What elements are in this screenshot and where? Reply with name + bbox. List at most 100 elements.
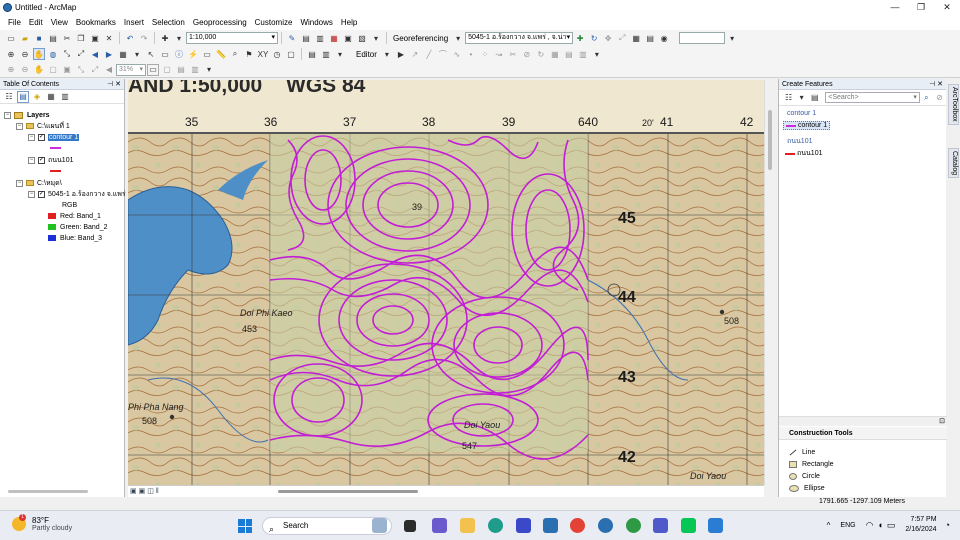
select-features-icon[interactable]: ▭ xyxy=(159,48,171,60)
layout-zoom-out-icon[interactable]: ⊖ xyxy=(19,64,31,76)
road-symbol[interactable] xyxy=(48,166,61,176)
catalog-window-icon[interactable]: ▥ xyxy=(314,32,326,44)
template-search-input[interactable]: <Search> ▾ xyxy=(825,92,920,103)
editor-toolbar-icon[interactable]: ✎ xyxy=(286,32,298,44)
menu-geoprocessing[interactable]: Geoprocessing xyxy=(189,18,251,27)
list-by-source-icon[interactable]: ▤ xyxy=(17,90,29,103)
store-icon[interactable] xyxy=(543,518,558,533)
attributes-icon[interactable]: ▦ xyxy=(549,48,561,60)
collapse-icon[interactable]: − xyxy=(28,190,35,198)
hyperlink-icon[interactable]: ⚡ xyxy=(187,48,199,60)
viewer-icon[interactable]: ▤ xyxy=(644,32,656,44)
split-icon[interactable]: ⊘ xyxy=(521,48,533,60)
chevron-down-icon[interactable]: ▾ xyxy=(131,48,143,60)
teams-icon[interactable] xyxy=(653,518,668,533)
file-explorer-icon[interactable] xyxy=(460,518,475,533)
menu-file[interactable]: File xyxy=(4,18,25,27)
chevron-down-icon[interactable]: ▾ xyxy=(796,92,807,104)
data-view-icon[interactable]: ▥ xyxy=(320,48,332,60)
arcmap-taskbar-icon[interactable] xyxy=(598,518,613,533)
add-data-icon[interactable]: ✚ xyxy=(159,32,171,44)
toc-layer-contour-label[interactable]: contour 1 xyxy=(48,133,80,141)
maximize-button[interactable]: ❐ xyxy=(908,0,934,14)
start-button[interactable] xyxy=(238,519,252,533)
georeferencing-menu[interactable]: Georeferencing xyxy=(390,34,451,43)
toolbar-options-icon[interactable]: ▾ xyxy=(591,48,603,60)
system-clock[interactable]: 7:57 PM 2/16/2024 xyxy=(905,515,936,535)
chrome-icon[interactable] xyxy=(570,518,585,533)
menu-view[interactable]: View xyxy=(47,18,72,27)
map-scale-combo[interactable]: 1:10,000 ▾ xyxy=(186,32,278,44)
identify-icon[interactable]: ⓘ xyxy=(173,48,185,60)
layer-visibility-checkbox[interactable]: ✓ xyxy=(38,156,45,164)
fixed-zoom-out-icon[interactable]: ⤢ xyxy=(75,48,87,60)
back-extent-icon[interactable]: ◀ xyxy=(103,64,115,76)
view-switch-icons[interactable]: ▣▣◫‖ xyxy=(130,487,161,495)
menu-selection[interactable]: Selection xyxy=(148,18,189,27)
toc-window-icon[interactable]: ▤ xyxy=(300,32,312,44)
close-icon[interactable]: ✕ xyxy=(115,81,121,88)
shift-icon[interactable]: ✥ xyxy=(602,32,614,44)
toc-group-1[interactable]: − C:\แผนที่ 1 xyxy=(16,121,70,131)
html-popup-icon[interactable]: ▭ xyxy=(201,48,213,60)
change-layout-icon[interactable]: ▤ xyxy=(175,64,187,76)
measure-icon[interactable]: 📏 xyxy=(215,48,227,60)
collapse-icon[interactable]: − xyxy=(28,156,35,164)
speaker-icon[interactable]: ◖ xyxy=(877,520,882,530)
straight-segment-icon[interactable]: ╱ xyxy=(423,48,435,60)
arctoolbox-icon[interactable]: ▦ xyxy=(328,32,340,44)
layout-zoom-combo[interactable]: 31% ▾ xyxy=(116,63,146,76)
fixed-zoom-in-icon[interactable]: ⤡ xyxy=(61,48,73,60)
arcgis-pro-icon[interactable] xyxy=(626,518,641,533)
panel-splitter[interactable]: ⊡ xyxy=(779,416,947,426)
task-view-icon[interactable] xyxy=(404,520,416,532)
pin-icon[interactable]: ⊣ xyxy=(929,81,935,88)
cut-icon[interactable]: ✂ xyxy=(61,32,73,44)
toc-group-2[interactable]: − C:\หมุด\ xyxy=(16,178,62,188)
focus-data-frame-icon[interactable]: ▢ xyxy=(161,64,173,76)
minimize-button[interactable]: — xyxy=(882,0,908,14)
collapse-icon[interactable]: − xyxy=(28,133,35,141)
create-features-icon[interactable]: ▥ xyxy=(577,48,589,60)
add-data-dropdown-icon[interactable]: ▾ xyxy=(173,32,185,44)
toc-horizontal-scrollbar[interactable] xyxy=(8,490,88,493)
find-route-icon[interactable]: ⚑ xyxy=(243,48,255,60)
notification-bell-icon[interactable]: ◔ xyxy=(945,520,950,530)
zoom-in-icon[interactable]: ⊕ xyxy=(5,48,17,60)
back-extent-icon[interactable]: ◀ xyxy=(89,48,101,60)
line-app-icon[interactable] xyxy=(681,518,696,533)
search-icon[interactable]: ⌕ xyxy=(921,92,932,104)
list-by-drawing-order-icon[interactable]: ☷ xyxy=(3,91,15,103)
view-link-table-icon[interactable]: ▦ xyxy=(630,32,642,44)
toc-layer-road[interactable]: − ✓ ถนน101 xyxy=(28,155,74,165)
go-to-xy-icon[interactable]: XY xyxy=(257,48,269,60)
splitter-icon[interactable]: ⊡ xyxy=(939,417,945,425)
arctoolbox-tab[interactable]: ArcToolbox xyxy=(948,84,959,125)
toc-layer-road-label[interactable]: ถนน101 xyxy=(48,155,74,166)
band-red[interactable]: Red: Band_1 xyxy=(48,211,101,221)
battery-icon[interactable]: ▭ xyxy=(887,520,896,531)
toolbar-options-icon[interactable]: ▾ xyxy=(203,64,215,76)
new-document-icon[interactable]: ▭ xyxy=(5,32,17,44)
create-viewer-icon[interactable]: ▢ xyxy=(285,48,297,60)
cf-template-contour[interactable]: contour 1 xyxy=(783,121,831,130)
zoom-out-icon[interactable]: ⊖ xyxy=(19,48,31,60)
toolbar-options-icon[interactable]: ▾ xyxy=(370,32,382,44)
chevron-up-icon[interactable]: ^ xyxy=(827,521,831,530)
data-driven-pages-icon[interactable]: ▥ xyxy=(189,64,201,76)
open-folder-icon[interactable]: ▰ xyxy=(19,32,31,44)
catalog-tab[interactable]: Catalog xyxy=(948,148,959,179)
layer-visibility-checkbox[interactable]: ✓ xyxy=(38,190,45,198)
collapse-icon[interactable]: − xyxy=(4,111,11,119)
reshape-icon[interactable]: ↝ xyxy=(493,48,505,60)
map-vertical-scrollbar[interactable] xyxy=(764,80,776,485)
paste-icon[interactable]: ▣ xyxy=(89,32,101,44)
visual-studio-icon[interactable] xyxy=(516,518,531,533)
scrollbar-thumb[interactable] xyxy=(768,110,772,170)
georef-layer-combo[interactable]: 5045-1 อ.ร้องกวาง จ.แพร่ , จ.น่าน ▾ xyxy=(465,32,574,44)
chevron-down-icon[interactable]: ▾ xyxy=(334,48,346,60)
map-horizontal-scrollbar[interactable] xyxy=(278,490,418,493)
redo-icon[interactable]: ↷ xyxy=(138,32,150,44)
edit-annotation-icon[interactable]: ↗ xyxy=(409,48,421,60)
menu-windows[interactable]: Windows xyxy=(296,18,336,27)
